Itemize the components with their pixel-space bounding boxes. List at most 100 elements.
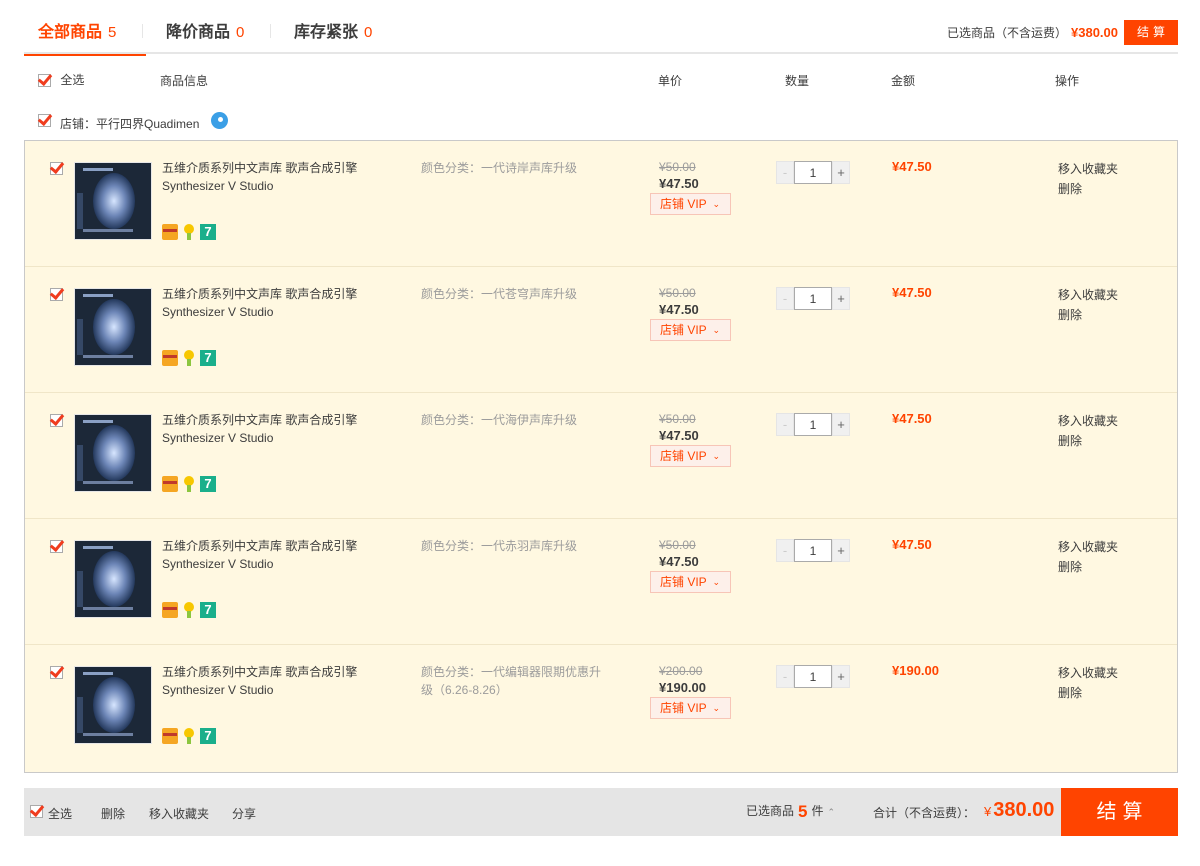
top-checkout-button[interactable]: 结算 [1124,20,1178,45]
seven-day-return-icon[interactable]: 7 [200,602,216,618]
quantity-increase-button[interactable]: + [832,539,850,562]
item-checkbox[interactable] [50,540,63,553]
cart-table-header: 全选 商品信息 单价 数量 金额 操作 [24,56,1178,102]
item-checkbox[interactable] [50,288,63,301]
chat-icon[interactable] [211,112,228,129]
gold-seller-icon[interactable] [181,476,197,492]
header-select-all[interactable]: 全选 [38,71,84,88]
seven-day-return-icon[interactable]: 7 [200,350,216,366]
quantity-decrease-button[interactable]: - [776,413,794,436]
tab-count: 5 [108,24,117,41]
header-unit-price: 单价 [658,74,683,88]
item-title[interactable]: 五维介质系列中文声库 歌声合成引擎 Synthesizer V Studio [162,411,392,447]
delete-link[interactable]: 删除 [1058,179,1118,199]
quantity-stepper: - + [776,413,850,436]
footer-move-to-favorites-button[interactable]: 移入收藏夹 [149,805,209,822]
move-to-favorites-link[interactable]: 移入收藏夹 [1058,285,1118,305]
seven-day-return-icon[interactable]: 7 [200,224,216,240]
footer-delete-button[interactable]: 删除 [101,805,125,822]
quantity-increase-button[interactable]: + [832,161,850,184]
quantity-input[interactable] [794,665,832,688]
credit-card-icon[interactable] [162,350,178,366]
footer-select-all-label[interactable]: 全选 [48,805,72,822]
quantity-decrease-button[interactable]: - [776,665,794,688]
seven-day-return-icon[interactable]: 7 [200,476,216,492]
gold-seller-icon[interactable] [181,224,197,240]
quantity-stepper: - + [776,161,850,184]
item-actions: 移入收藏夹 删除 [1058,285,1118,325]
quantity-input[interactable] [794,539,832,562]
delete-link[interactable]: 删除 [1058,557,1118,577]
product-thumbnail[interactable] [74,162,152,240]
quantity-increase-button[interactable]: + [832,413,850,436]
quantity-increase-button[interactable]: + [832,287,850,310]
item-subtotal: ¥47.50 [892,285,932,300]
credit-card-icon[interactable] [162,602,178,618]
item-title[interactable]: 五维介质系列中文声库 歌声合成引擎 Synthesizer V Studio [162,663,392,699]
move-to-favorites-link[interactable]: 移入收藏夹 [1058,537,1118,557]
product-thumbnail[interactable] [74,540,152,618]
tab-label: 降价商品 [166,24,231,41]
gold-seller-icon[interactable] [181,728,197,744]
checkout-button[interactable]: 结算 [1061,788,1178,836]
tab-price-drop[interactable]: 降价商品 0 [166,18,244,54]
footer-select-all-checkbox[interactable] [30,805,43,818]
quantity-input[interactable] [794,161,832,184]
credit-card-icon[interactable] [162,476,178,492]
item-checkbox[interactable] [50,414,63,427]
product-thumbnail[interactable] [74,288,152,366]
product-thumbnail[interactable] [74,414,152,492]
shop-checkbox[interactable] [38,114,51,127]
item-actions: 移入收藏夹 删除 [1058,537,1118,577]
cart-footer-bar: 全选 删除 移入收藏夹 分享 已选商品 5 件 ⌃ 合计（不含运费）： ¥380.00… [24,788,1178,836]
delete-link[interactable]: 删除 [1058,431,1118,451]
move-to-favorites-link[interactable]: 移入收藏夹 [1058,411,1118,431]
cart-item: 五维介质系列中文声库 歌声合成引擎 Synthesizer V Studio 7… [25,141,1177,267]
quantity-decrease-button[interactable]: - [776,161,794,184]
item-checkbox[interactable] [50,666,63,679]
quantity-decrease-button[interactable]: - [776,287,794,310]
select-all-checkbox[interactable] [38,74,51,88]
quantity-increase-button[interactable]: + [832,665,850,688]
cart-item: 五维介质系列中文声库 歌声合成引擎 Synthesizer V Studio 7… [25,393,1177,519]
shop-vip-dropdown[interactable]: 店铺 VIP ⌄ [650,445,731,467]
shop-vip-dropdown[interactable]: 店铺 VIP ⌄ [650,193,731,215]
credit-card-icon[interactable] [162,728,178,744]
credit-card-icon[interactable] [162,224,178,240]
quantity-input[interactable] [794,287,832,310]
seven-day-return-icon[interactable]: 7 [200,728,216,744]
service-badges: 7 [162,224,219,240]
gold-seller-icon[interactable] [181,350,197,366]
delete-link[interactable]: 删除 [1058,683,1118,703]
cart-item: 五维介质系列中文声库 歌声合成引擎 Synthesizer V Studio 7… [25,519,1177,645]
order-items: 五维介质系列中文声库 歌声合成引擎 Synthesizer V Studio 7… [24,140,1178,773]
shop-vip-dropdown[interactable]: 店铺 VIP ⌄ [650,571,731,593]
item-title[interactable]: 五维介质系列中文声库 歌声合成引擎 Synthesizer V Studio [162,285,392,321]
item-sku: 颜色分类：一代赤羽声库升级 [421,539,578,553]
quantity-stepper: - + [776,539,850,562]
shop-vip-dropdown[interactable]: 店铺 VIP ⌄ [650,319,731,341]
item-title[interactable]: 五维介质系列中文声库 歌声合成引擎 Synthesizer V Studio [162,537,392,573]
tab-divider [142,24,143,38]
gold-seller-icon[interactable] [181,602,197,618]
tab-all-items[interactable]: 全部商品 5 [23,18,147,56]
footer-share-button[interactable]: 分享 [232,805,256,822]
product-thumbnail[interactable] [74,666,152,744]
item-original-price: ¥50.00 [659,538,696,552]
selected-count-summary[interactable]: 已选商品 5 件 ⌃ [746,802,835,822]
shop-name[interactable]: 店铺：平行四界Quadimen [60,115,199,132]
shop-vip-dropdown[interactable]: 店铺 VIP ⌄ [650,697,731,719]
quantity-input[interactable] [794,413,832,436]
service-badges: 7 [162,476,219,492]
currency-symbol: ¥ [984,804,992,819]
delete-link[interactable]: 删除 [1058,305,1118,325]
move-to-favorites-link[interactable]: 移入收藏夹 [1058,663,1118,683]
item-price: ¥47.50 [659,176,699,191]
item-checkbox[interactable] [50,162,63,175]
item-price: ¥190.00 [659,680,706,695]
tab-label: 库存紧张 [294,24,359,41]
item-title[interactable]: 五维介质系列中文声库 歌声合成引擎 Synthesizer V Studio [162,159,392,195]
move-to-favorites-link[interactable]: 移入收藏夹 [1058,159,1118,179]
tab-low-stock[interactable]: 库存紧张 0 [294,18,372,54]
quantity-decrease-button[interactable]: - [776,539,794,562]
